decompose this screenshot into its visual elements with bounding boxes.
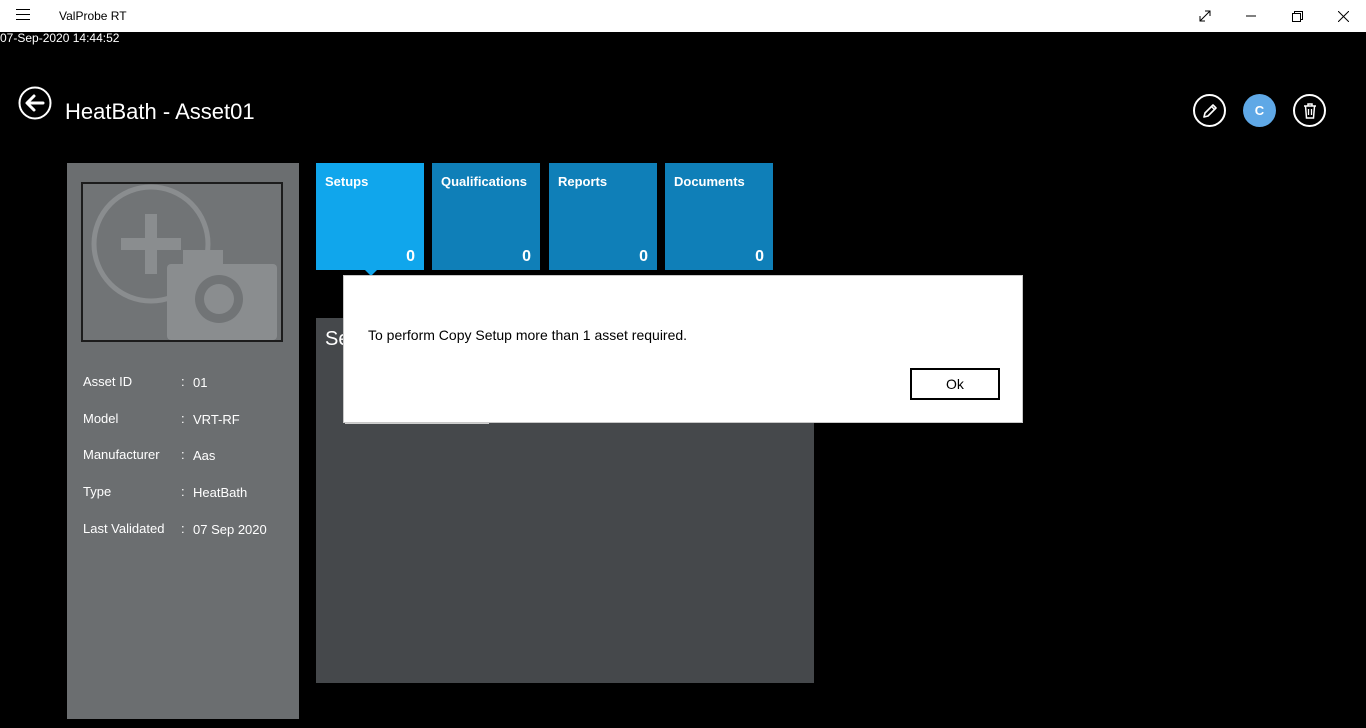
dialog-message: To perform Copy Setup more than 1 asset … xyxy=(368,327,688,343)
back-arrow-icon[interactable] xyxy=(18,86,52,120)
field-value: 01 xyxy=(193,375,208,390)
tile-count: 0 xyxy=(406,248,415,265)
field-value: Aas xyxy=(193,448,216,463)
tile-count: 0 xyxy=(522,248,531,265)
tile-label: Qualifications xyxy=(441,174,527,189)
window-title-bar: ValProbe RT xyxy=(0,0,1366,32)
edit-pencil-icon[interactable] xyxy=(1193,94,1226,127)
tile-label: Setups xyxy=(325,174,369,189)
add-camera-icon xyxy=(91,184,277,340)
tile-count: 0 xyxy=(639,248,648,265)
field-separator: : xyxy=(181,521,185,536)
expand-icon[interactable] xyxy=(1182,0,1228,32)
delete-trash-icon[interactable] xyxy=(1293,94,1326,127)
field-label: Asset ID xyxy=(83,374,133,389)
tile-setups[interactable]: Setups 0 xyxy=(316,163,424,270)
tile-reports[interactable]: Reports 0 xyxy=(549,163,657,270)
tile-qualifications[interactable]: Qualifications 0 xyxy=(432,163,540,270)
user-avatar[interactable]: C xyxy=(1243,94,1276,127)
tile-label: Reports xyxy=(558,174,608,189)
close-icon[interactable] xyxy=(1320,0,1366,32)
ok-button[interactable]: Ok xyxy=(910,368,1000,400)
copy-setup-dialog: To perform Copy Setup more than 1 asset … xyxy=(343,275,1023,423)
field-label: Last Validated xyxy=(83,521,165,536)
field-label: Type xyxy=(83,484,112,499)
tile-documents[interactable]: Documents 0 xyxy=(665,163,773,270)
field-label: Model xyxy=(83,411,119,426)
field-separator: : xyxy=(181,411,185,426)
field-separator: : xyxy=(181,484,185,499)
asset-info-panel: Asset ID : 01 Model : VRT-RF Manufacture… xyxy=(67,163,299,719)
field-label: Manufacturer xyxy=(83,447,160,462)
restore-icon[interactable] xyxy=(1274,0,1320,32)
field-separator: : xyxy=(181,447,185,462)
field-value: VRT-RF xyxy=(193,412,240,427)
timestamp: 07-Sep-2020 14:44:52 xyxy=(0,31,120,45)
field-value: 07 Sep 2020 xyxy=(193,522,267,537)
tile-count: 0 xyxy=(755,248,764,265)
tile-label: Documents xyxy=(674,174,745,189)
asset-photo-placeholder[interactable] xyxy=(81,182,283,342)
field-separator: : xyxy=(181,374,185,389)
menu-icon[interactable] xyxy=(16,9,30,23)
field-value: HeatBath xyxy=(193,485,248,500)
page-title: HeatBath - Asset01 xyxy=(65,99,255,124)
app-title: ValProbe RT xyxy=(59,9,127,23)
minimize-icon[interactable] xyxy=(1228,0,1274,32)
